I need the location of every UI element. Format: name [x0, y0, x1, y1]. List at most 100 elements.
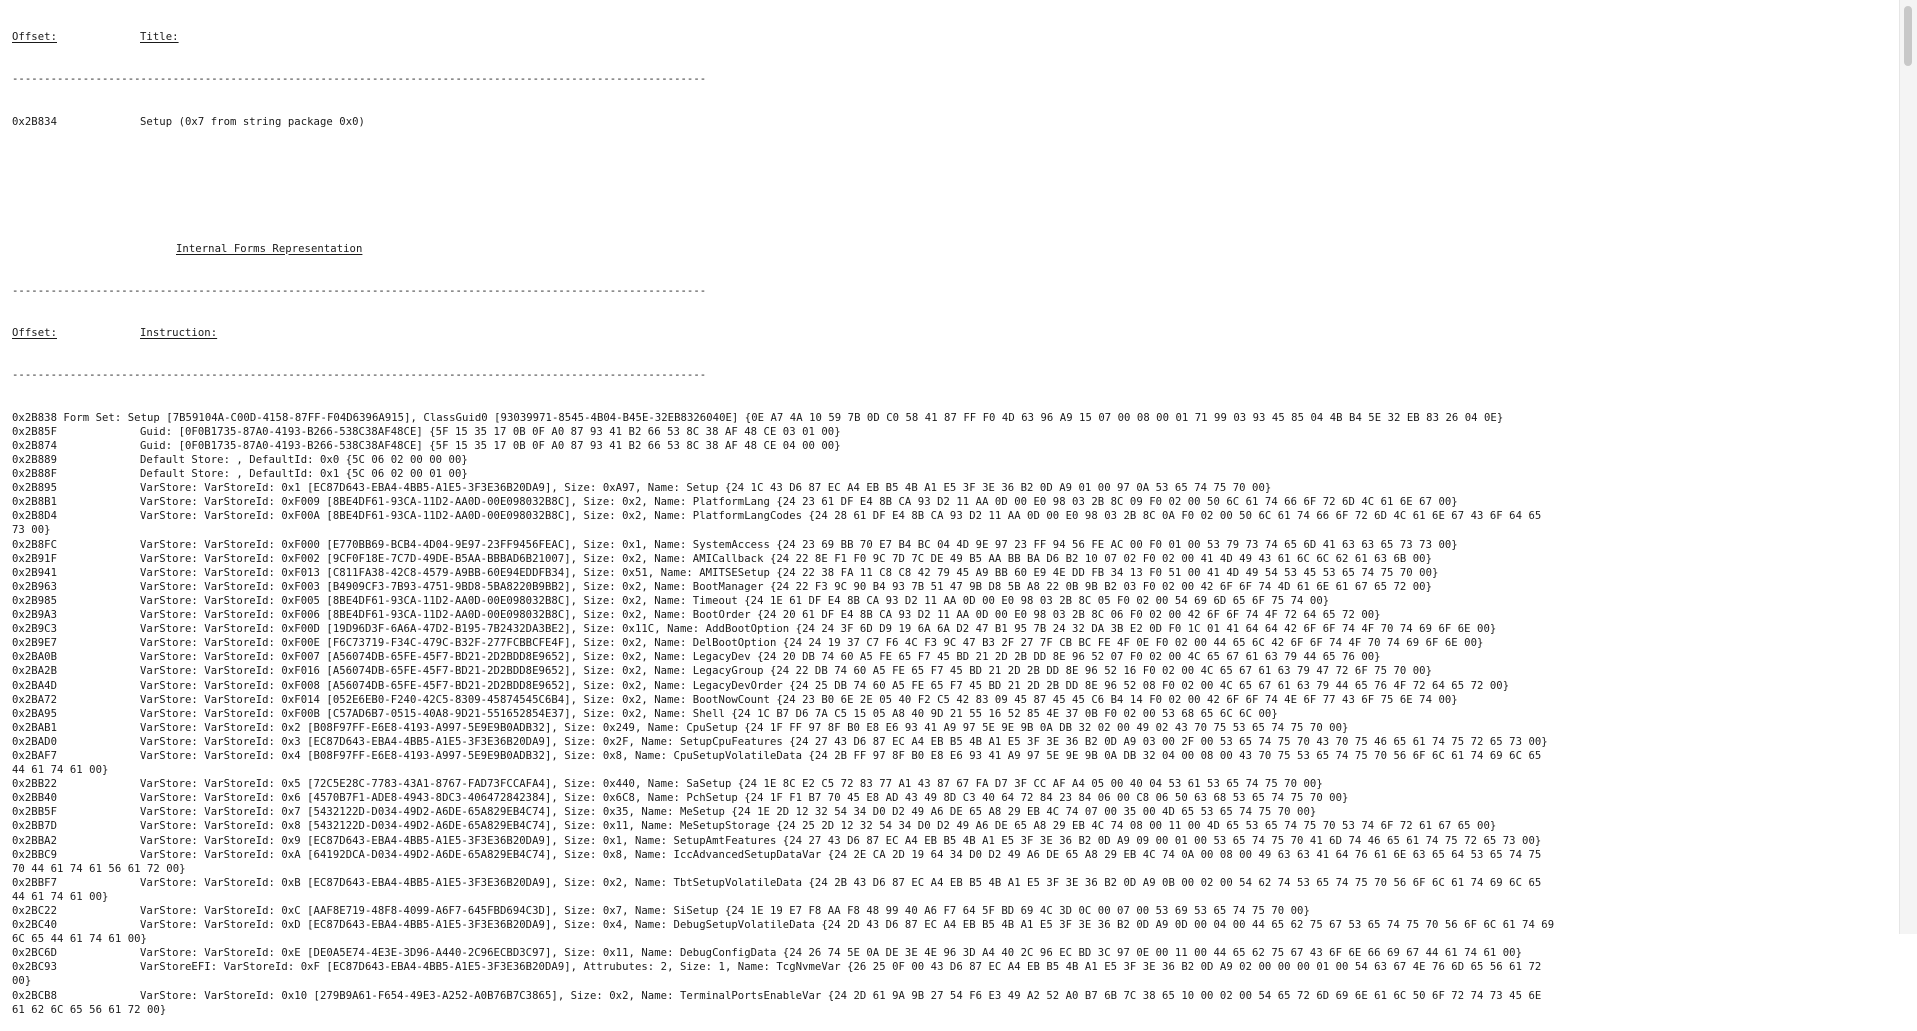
instruction-row: 0x2BCB8 VarStore: VarStoreId: 0x10 [279B9…	[12, 989, 1892, 1003]
row-instruction: VarStore: VarStoreId: 0xF002 [9CF0F18E-7…	[140, 552, 1433, 565]
row-offset: 0x2BB7D	[12, 820, 57, 833]
row-instruction: Guid: [0F0B1735-87A0-4193-B266-538C38AF4…	[140, 425, 841, 438]
row-offset: 0x2B8FC	[12, 538, 57, 551]
row-offset: 0x2B9A3	[12, 609, 57, 622]
instruction-row: 0x2B8B1 VarStore: VarStoreId: 0xF009 [8BE…	[12, 495, 1892, 509]
row-offset: 0x2BB5F	[12, 806, 57, 819]
row-continuation: 70 44 61 74 61 56 61 72 00}	[12, 862, 186, 875]
vertical-scrollbar[interactable]	[1899, 0, 1917, 934]
row-offset: 0x2BC93	[12, 961, 57, 974]
instruction-row: 0x2BBF7 VarStore: VarStoreId: 0xB [EC87D6…	[12, 876, 1892, 890]
instruction-row: 0x2B8D4 VarStore: VarStoreId: 0xF00A [8BE…	[12, 509, 1892, 523]
section-heading: Internal Forms Representation	[176, 242, 363, 255]
row-instruction: VarStore: VarStoreId: 0xF00A [8BE4DF61-9…	[140, 510, 1542, 523]
row-instruction: VarStore: VarStoreId: 0xF000 [E770BB69-B…	[140, 538, 1458, 551]
title-label: Title:	[140, 31, 179, 44]
row-offset: 0x2B91F	[12, 552, 57, 565]
instruction-row: 0x2BAB1 VarStore: VarStoreId: 0x2 [B08F97…	[12, 721, 1892, 735]
instruction-row: 0x2B9E7 VarStore: VarStoreId: 0xF00E [F6C…	[12, 636, 1892, 650]
row-instruction: VarStore: VarStoreId: 0xF006 [8BE4DF61-9…	[140, 609, 1381, 622]
row-offset: 0x2BBF7	[12, 876, 57, 889]
row-instruction: VarStore: VarStoreId: 0xF005 [8BE4DF61-9…	[140, 594, 1330, 607]
row-offset: 0x2B874	[12, 439, 57, 452]
row-continuation: 6C 65 44 61 74 61 00}	[12, 933, 147, 946]
row-offset: 0x2B8D4	[12, 510, 57, 523]
row-instruction: VarStore: VarStoreId: 0x1 [EC87D643-EBA4…	[140, 482, 1272, 495]
row-offset: 0x2B985	[12, 594, 57, 607]
row-instruction: Guid: [0F0B1735-87A0-4193-B266-538C38AF4…	[140, 439, 841, 452]
section-heading-row: Internal Forms Representation	[12, 242, 1892, 256]
instruction-row: 0x2B895 VarStore: VarStoreId: 0x1 [EC87D6…	[12, 481, 1892, 495]
row-offset: 0x2BC6D	[12, 947, 57, 960]
row-offset: 0x2BA4D	[12, 679, 57, 692]
document-body: Offset: Title: --------------------------…	[12, 2, 1892, 1031]
row-instruction: VarStore: VarStoreId: 0xF00E [F6C73719-F…	[140, 637, 1484, 650]
instruction-row: 0x2B838 Form Set: Setup [7B59104A-C00D-4…	[12, 411, 1892, 425]
instruction-row: 0x2BAD0 VarStore: VarStoreId: 0x3 [EC87D6…	[12, 735, 1892, 749]
row-instruction: Form Set: Setup [7B59104A-C00D-4158-87FF…	[57, 411, 1504, 424]
row-offset: 0x2BB22	[12, 778, 57, 791]
separator: ----------------------------------------…	[12, 369, 707, 382]
separator: ----------------------------------------…	[12, 284, 707, 297]
instruction-row: 0x2B9A3 VarStore: VarStoreId: 0xF006 [8BE…	[12, 608, 1892, 622]
title-value: Setup (0x7 from string package 0x0)	[140, 115, 365, 128]
instruction-row: 0x2B985 VarStore: VarStoreId: 0xF005 [8BE…	[12, 594, 1892, 608]
row-instruction: VarStore: VarStoreId: 0x3 [EC87D643-EBA4…	[140, 735, 1548, 748]
row-offset: 0x2B963	[12, 580, 57, 593]
row-offset: 0x2BCB8	[12, 989, 57, 1002]
row-instruction: VarStore: VarStoreId: 0xF016 [A56074DB-6…	[140, 665, 1433, 678]
row-instruction: VarStore: VarStoreId: 0x4 [B08F97FF-E6E8…	[140, 749, 1542, 762]
row-offset: 0x2BB40	[12, 792, 57, 805]
instruction-row: 0x2BB5F VarStore: VarStoreId: 0x7 [543212…	[12, 805, 1892, 819]
row-instruction: VarStore: VarStoreId: 0xB [EC87D643-EBA4…	[140, 876, 1542, 889]
row-offset: 0x2B8B1	[12, 496, 57, 509]
instruction-row: 0x2BA72 VarStore: VarStoreId: 0xF014 [052…	[12, 693, 1892, 707]
row-instruction: VarStore: VarStoreId: 0xF009 [8BE4DF61-9…	[140, 496, 1458, 509]
scrollbar-thumb[interactable]	[1904, 6, 1912, 66]
row-continuation: 00}	[12, 975, 32, 988]
instruction-row: 0x2BC93 VarStoreEFI: VarStoreId: 0xF [EC8…	[12, 960, 1892, 974]
row-instruction: VarStore: VarStoreId: 0x2 [B08F97FF-E6E8…	[140, 721, 1349, 734]
row-instruction: VarStore: VarStoreId: 0xD [EC87D643-EBA4…	[140, 919, 1555, 932]
instruction-row: 0x2B874 Guid: [0F0B1735-87A0-4193-B266-53…	[12, 439, 1892, 453]
instruction-row: 0x2BC40 VarStore: VarStoreId: 0xD [EC87D6…	[12, 918, 1892, 932]
instruction-row: 0x2B963 VarStore: VarStoreId: 0xF003 [B49…	[12, 580, 1892, 594]
row-instruction: VarStore: VarStoreId: 0xF013 [C811FA38-4…	[140, 566, 1439, 579]
instruction-row: 0x2BBC9 VarStore: VarStoreId: 0xA [64192D…	[12, 848, 1892, 862]
row-instruction: VarStore: VarStoreId: 0x5 [72C5E28C-7783…	[140, 778, 1323, 791]
row-instruction: VarStore: VarStoreId: 0x6 [4570B7F1-ADE8…	[140, 792, 1349, 805]
row-instruction: VarStoreEFI: VarStoreId: 0xF [EC87D643-E…	[140, 961, 1542, 974]
instruction-list: 0x2B838 Form Set: Setup [7B59104A-C00D-4…	[12, 411, 1892, 1017]
row-continuation: 44 61 74 61 00}	[12, 764, 109, 777]
row-offset: 0x2BA72	[12, 693, 57, 706]
instruction-row: 0x2B941 VarStore: VarStoreId: 0xF013 [C81…	[12, 566, 1892, 580]
row-offset: 0x2BA95	[12, 707, 57, 720]
instruction-row: 0x2BB7D VarStore: VarStoreId: 0x8 [543212…	[12, 819, 1892, 833]
row-offset: 0x2B889	[12, 454, 57, 466]
instruction-row: 0x2B85F Guid: [0F0B1735-87A0-4193-B266-53…	[12, 425, 1892, 439]
title-row: 0x2B834 Setup (0x7 from string package 0x…	[12, 115, 1892, 129]
row-offset: 0x2BC40	[12, 919, 57, 932]
row-instruction: VarStore: VarStoreId: 0xF007 [A56074DB-6…	[140, 651, 1381, 664]
row-offset: 0x2B85F	[12, 425, 57, 438]
row-offset: 0x2BAB1	[12, 721, 57, 734]
instruction-label: Instruction:	[140, 327, 218, 340]
row-instruction: VarStore: VarStoreId: 0xF003 [B4909CF3-7…	[140, 580, 1433, 593]
row-instruction: VarStore: VarStoreId: 0xF00D [19D96D3F-6…	[140, 623, 1497, 636]
row-instruction: VarStore: VarStoreId: 0xF014 [052E6EB0-F…	[140, 693, 1458, 706]
row-offset: 0x2BAF7	[12, 749, 57, 762]
instruction-row: 0x2BA4D VarStore: VarStoreId: 0xF008 [A56…	[12, 679, 1892, 693]
row-continuation: 61 62 6C 65 56 61 72 00}	[12, 1003, 167, 1016]
instruction-row: 0x2B889 Default Store: , DefaultId: 0x0 {…	[12, 453, 1892, 467]
row-instruction: VarStore: VarStoreId: 0x8 [5432122D-D034…	[140, 820, 1497, 833]
row-offset: 0x2BBC9	[12, 848, 57, 861]
row-instruction: VarStore: VarStoreId: 0xE [DE0A5E74-4E3E…	[140, 947, 1523, 960]
row-instruction: VarStore: VarStoreId: 0x7 [5432122D-D034…	[140, 806, 1317, 819]
separator: ----------------------------------------…	[12, 73, 707, 86]
header-labels: Offset: Title:	[12, 30, 1892, 44]
instruction-row: 0x2BA95 VarStore: VarStoreId: 0xF00B [C57…	[12, 707, 1892, 721]
instruction-row: 0x2BBA2 VarStore: VarStoreId: 0x9 [EC87D6…	[12, 834, 1892, 848]
row-instruction: VarStore: VarStoreId: 0x10 [279B9A61-F65…	[140, 989, 1542, 1002]
instruction-row: 0x2BC22 VarStore: VarStoreId: 0xC [AAF8E7…	[12, 904, 1892, 918]
